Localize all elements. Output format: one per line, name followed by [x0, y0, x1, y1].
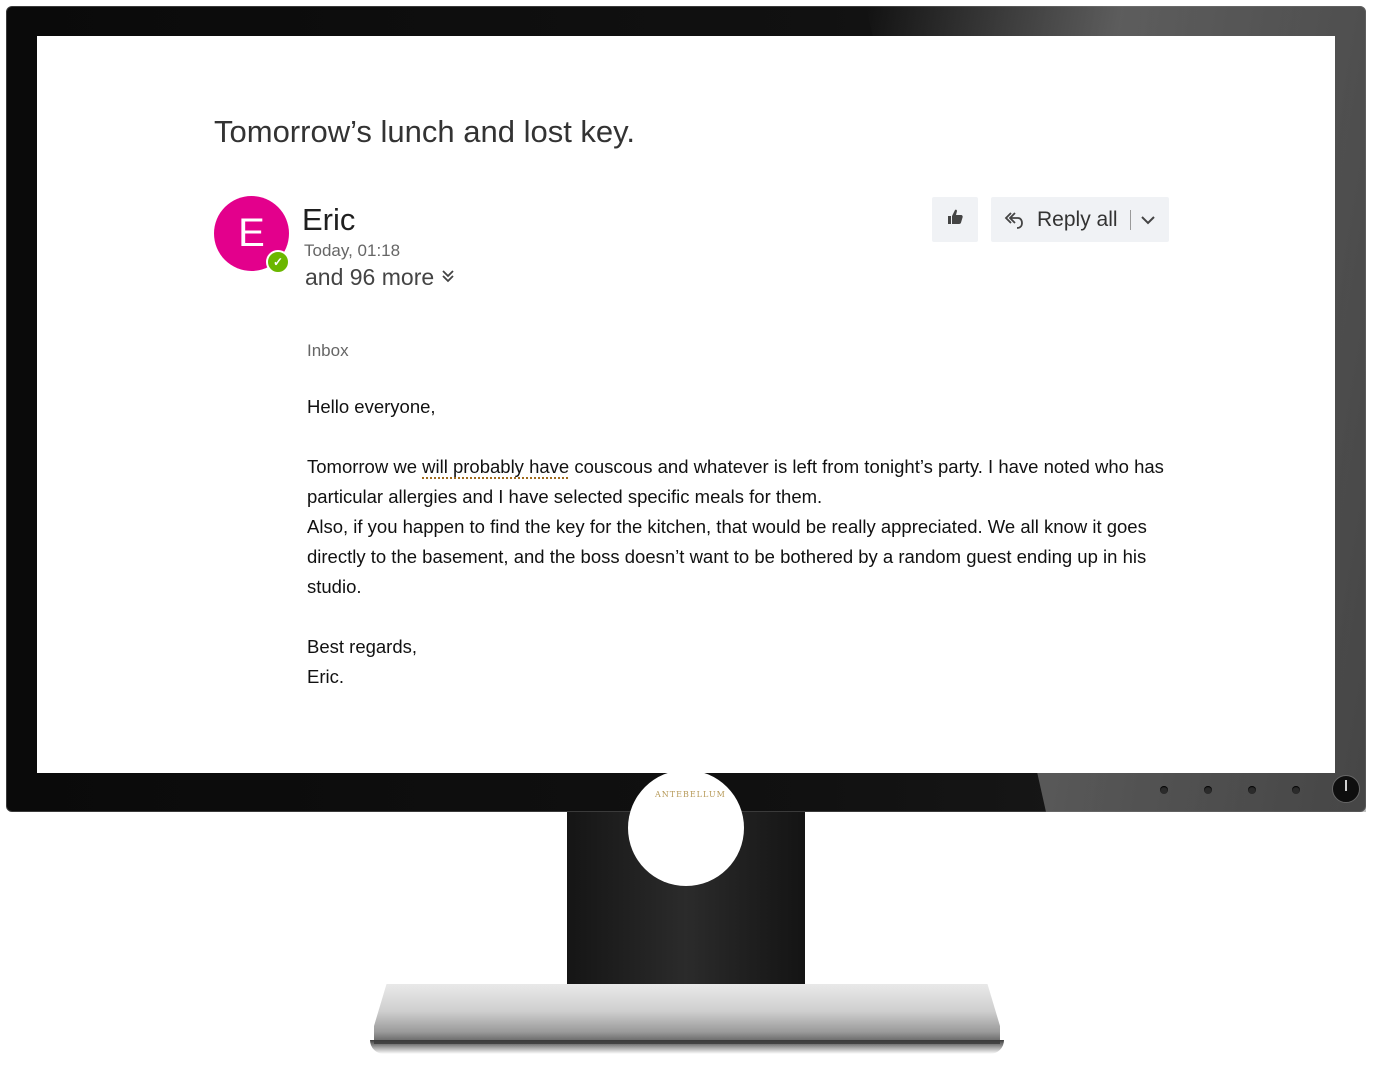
email-reading-pane: Tomorrow’s lunch and lost key. E ✓ Eric …	[37, 36, 1335, 773]
double-chevron-down-icon	[442, 269, 454, 287]
monitor-button-2[interactable]	[1204, 786, 1212, 794]
button-divider	[1129, 209, 1131, 230]
monitor-brand-logo: ANTEBELLUM	[655, 790, 726, 799]
email-subject: Tomorrow’s lunch and lost key.	[214, 114, 635, 149]
chevron-down-icon[interactable]	[1139, 211, 1157, 229]
reply-all-icon	[1003, 209, 1025, 231]
more-recipients-toggle[interactable]: and 96 more	[305, 264, 454, 291]
more-recipients-label: and 96 more	[305, 264, 435, 290]
grammar-flagged-phrase[interactable]: will probably have	[422, 456, 569, 477]
body-paragraph-1-start: Tomorrow we	[307, 456, 423, 477]
monitor-stand-base	[374, 984, 1000, 1044]
thumbs-up-icon	[945, 207, 965, 232]
monitor-button-3[interactable]	[1248, 786, 1256, 794]
folder-label[interactable]: Inbox	[307, 341, 349, 361]
like-button[interactable]	[932, 197, 978, 242]
sender-name[interactable]: Eric	[302, 202, 355, 238]
monitor-button-4[interactable]	[1292, 786, 1300, 794]
reply-all-button[interactable]: Reply all	[991, 197, 1169, 242]
monitor-stand-shadow	[370, 1040, 1004, 1054]
body-greeting: Hello everyone,	[307, 396, 436, 417]
body-signature: Eric.	[307, 666, 344, 687]
presence-available-icon: ✓	[266, 250, 290, 274]
reply-all-label: Reply all	[1037, 207, 1118, 231]
body-signoff: Best regards,	[307, 636, 418, 657]
body-paragraph-2: Also, if you happen to find the key for …	[307, 516, 1147, 597]
monitor-button-1[interactable]	[1160, 786, 1168, 794]
power-button-icon[interactable]	[1332, 775, 1360, 803]
email-body: Hello everyone, Tomorrow we will probabl…	[307, 392, 1167, 692]
email-timestamp: Today, 01:18	[304, 241, 401, 260]
body-paragraph-1: Tomorrow we will probably have couscous …	[307, 452, 1167, 512]
